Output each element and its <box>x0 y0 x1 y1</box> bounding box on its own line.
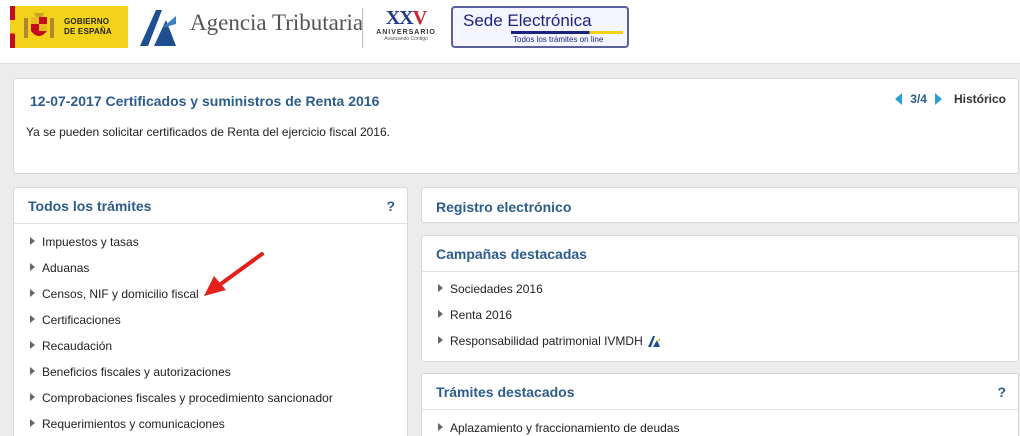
anniversary-logo: XXV ANIVERSARIO Avanzando Contigo <box>370 7 442 47</box>
bullet-triangle-icon <box>438 310 443 318</box>
gobierno-line-1: GOBIERNO <box>64 17 110 26</box>
list-item-label: Comprobaciones fiscales y procedimiento … <box>42 391 333 405</box>
list-item[interactable]: Impuestos y tasas <box>30 235 139 249</box>
list-item-label: Renta 2016 <box>450 308 513 322</box>
bullet-triangle-icon <box>438 284 443 292</box>
list-item[interactable]: Beneficios fiscales y autorizaciones <box>30 365 231 379</box>
list-item-label: Impuestos y tasas <box>42 235 139 249</box>
campanas-header: Campañas destacadas <box>422 236 1018 272</box>
list-item[interactable]: Comprobaciones fiscales y procedimiento … <box>30 391 333 405</box>
sede-electronica-logo[interactable]: Sede Electrónica Todos los trámites on l… <box>451 6 629 48</box>
bullet-triangle-icon <box>30 289 35 297</box>
bullet-triangle-icon <box>30 263 35 271</box>
bullet-triangle-icon <box>30 367 35 375</box>
news-body: Ya se pueden solicitar certificados de R… <box>26 125 390 139</box>
todos-tramites-title[interactable]: Todos los trámites <box>28 198 151 214</box>
list-item-label: Beneficios fiscales y autorizaciones <box>42 365 231 379</box>
list-item-label: Recaudación <box>42 339 113 353</box>
news-title[interactable]: 12-07-2017 Certificados y suministros de… <box>30 93 379 109</box>
todos-tramites-header: Todos los trámites ? <box>14 188 407 224</box>
list-item-label: Requerimientos y comunicaciones <box>42 417 225 431</box>
spain-coat-of-arms-icon <box>24 13 54 38</box>
registro-panel: Registro electrónico <box>421 187 1019 223</box>
todos-tramites-panel: Todos los trámites ? Impuestos y tasas A… <box>13 187 408 436</box>
anniversary-label: ANIVERSARIO <box>376 29 436 36</box>
anniversary-tagline: Avanzando Contigo <box>384 36 428 42</box>
flag-stripe <box>10 6 15 48</box>
chevron-left-icon[interactable] <box>895 93 903 105</box>
header-divider <box>362 8 363 48</box>
anniversary-number: XXV <box>370 7 442 29</box>
help-icon[interactable]: ? <box>997 384 1006 400</box>
list-item[interactable]: Sociedades 2016 <box>438 282 543 296</box>
list-item[interactable]: Censos, NIF y domicilio fiscal <box>30 287 199 301</box>
help-icon[interactable]: ? <box>386 198 395 214</box>
list-item-label: Certificaciones <box>42 313 121 327</box>
gobierno-text: GOBIERNO DE ESPAÑA <box>64 17 112 37</box>
campanas-title[interactable]: Campañas destacadas <box>436 246 587 262</box>
tramites-title[interactable]: Trámites destacados <box>436 384 575 400</box>
agency-name[interactable]: Agencia Tributaria <box>190 10 363 36</box>
bullet-triangle-icon <box>30 237 35 245</box>
anniversary-xx: XX <box>385 7 414 29</box>
list-item-label: Responsabilidad patrimonial IVMDH <box>450 334 643 348</box>
aeat-small-icon <box>647 336 660 347</box>
aeat-logo-icon[interactable] <box>136 6 178 48</box>
list-item-label: Censos, NIF y domicilio fiscal <box>42 287 199 301</box>
sede-title: Sede Electrónica <box>463 11 592 30</box>
bullet-triangle-icon <box>30 315 35 323</box>
list-item[interactable]: Requerimientos y comunicaciones <box>30 417 225 431</box>
tramites-header: Trámites destacados ? <box>422 374 1018 410</box>
list-item[interactable]: Aplazamiento y fraccionamiento de deudas <box>438 421 679 435</box>
registro-title[interactable]: Registro electrónico <box>436 199 571 215</box>
news-panel: 12-07-2017 Certificados y suministros de… <box>13 78 1019 174</box>
history-link[interactable]: Histórico <box>954 92 1006 106</box>
list-item[interactable]: Certificaciones <box>30 313 121 327</box>
list-item-label: Sociedades 2016 <box>450 282 543 296</box>
list-item[interactable]: Recaudación <box>30 339 112 353</box>
list-item-label: Aduanas <box>42 261 90 275</box>
campanas-panel: Campañas destacadas Sociedades 2016 Rent… <box>421 235 1019 362</box>
pager-count: 3/4 <box>910 92 927 106</box>
chevron-right-icon[interactable] <box>934 93 942 105</box>
list-item[interactable]: Responsabilidad patrimonial IVMDH <box>438 334 661 348</box>
sede-subtitle: Todos los trámites on line <box>513 35 604 44</box>
sede-underline <box>511 31 623 34</box>
bullet-triangle-icon <box>30 341 35 349</box>
anniversary-v: V <box>412 7 427 29</box>
list-item-label: Aplazamiento y fraccionamiento de deudas <box>450 421 680 435</box>
gobierno-logo[interactable]: GOBIERNO DE ESPAÑA <box>10 6 128 48</box>
bullet-triangle-icon <box>30 419 35 427</box>
gobierno-line-2: DE ESPAÑA <box>64 27 112 36</box>
news-pager: 3/4 Histórico <box>895 92 1006 106</box>
list-item[interactable]: Aduanas <box>30 261 89 275</box>
tramites-panel: Trámites destacados ? Aplazamiento y fra… <box>421 373 1019 436</box>
bullet-triangle-icon <box>438 423 443 431</box>
site-header: GOBIERNO DE ESPAÑA Agencia Tributaria XX… <box>0 0 1020 64</box>
bullet-triangle-icon <box>438 336 443 344</box>
list-item[interactable]: Renta 2016 <box>438 308 512 322</box>
bullet-triangle-icon <box>30 393 35 401</box>
